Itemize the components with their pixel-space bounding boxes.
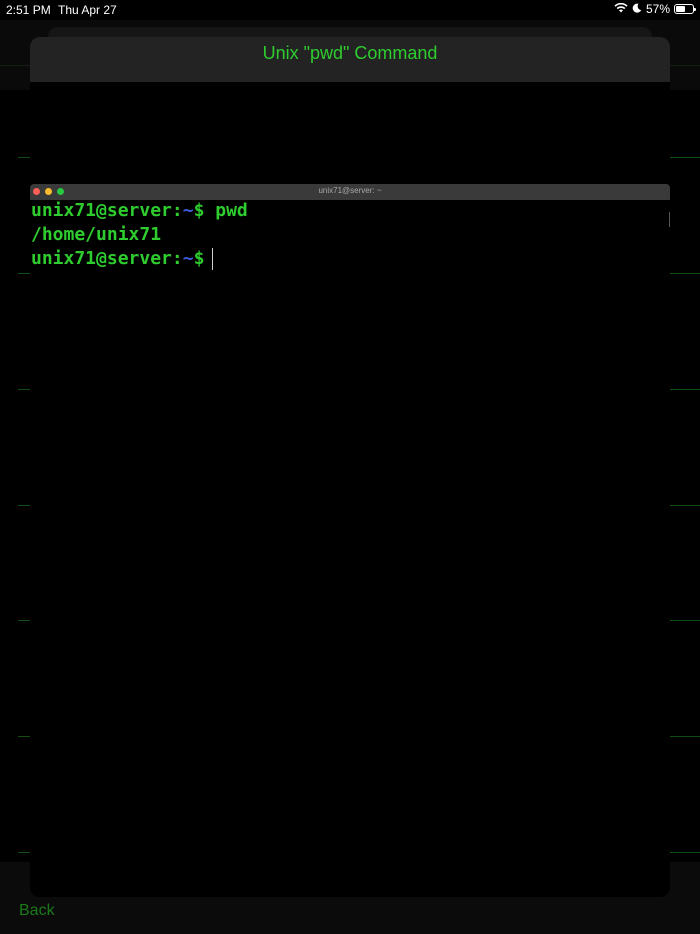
terminal-line: unix71@server:~$ [31, 248, 214, 270]
wifi-icon [614, 2, 628, 16]
command-output: /home/unix71 [31, 224, 162, 245]
background-divider [18, 736, 30, 737]
moon-icon [632, 2, 642, 16]
background-divider [670, 620, 700, 621]
background-divider [670, 157, 700, 158]
background-divider [670, 505, 700, 506]
background-divider [670, 852, 700, 853]
background-divider [18, 389, 30, 390]
background-divider [18, 273, 30, 274]
background-divider [18, 157, 30, 158]
terminal-window-title: unix71@server: ~ [318, 186, 382, 195]
status-bar: 2:51 PM Thu Apr 27 57% [0, 0, 700, 20]
status-time: 2:51 PM [6, 3, 51, 17]
prompt-user-host: unix71@server: [31, 200, 183, 221]
terminal-line: unix71@server:~$ pwd [31, 200, 248, 221]
terminal-scrollbar[interactable] [669, 212, 670, 227]
modal-header: Unix "pwd" Command [30, 37, 670, 82]
terminal-body[interactable]: unix71@server:~$ pwd /home/unix71 unix71… [30, 200, 670, 897]
background-divider [18, 505, 30, 506]
background-divider [670, 273, 700, 274]
status-indicators: 57% [614, 2, 696, 16]
background-divider [18, 852, 30, 853]
status-date: Thu Apr 27 [58, 3, 117, 17]
prompt-directory: ~ [182, 248, 194, 269]
prompt-symbol: $ [193, 248, 205, 269]
modal-title: Unix "pwd" Command [262, 43, 438, 63]
app-root: 2:51 PM Thu Apr 27 57% Back Unix "pwd" C… [0, 0, 700, 934]
background-divider [670, 389, 700, 390]
terminal-titlebar: unix71@server: ~ [30, 184, 670, 200]
battery-level-fill [676, 6, 685, 12]
terminal-line: /home/unix71 [31, 224, 161, 245]
background-divider [18, 620, 30, 621]
battery-icon [674, 4, 696, 14]
prompt-command: $ pwd [193, 200, 248, 221]
modal-sheet: Unix "pwd" Command unix71@server: ~ unix… [30, 37, 670, 897]
text-cursor [212, 248, 214, 270]
background-divider [670, 736, 700, 737]
prompt-user-host: unix71@server: [31, 248, 183, 269]
prompt-directory: ~ [182, 200, 194, 221]
battery-percent: 57% [645, 2, 670, 16]
back-button[interactable]: Back [19, 902, 55, 920]
